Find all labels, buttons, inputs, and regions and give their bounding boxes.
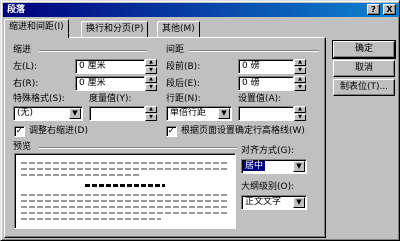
- dropdown-arrow-icon[interactable]: ▼: [293, 161, 305, 172]
- paragraph-dialog: 段落 ? X 缩进和间距(I) 换行和分页(P) 其他(M) 缩进 左(L): …: [0, 0, 400, 241]
- line-spacing-value: 单倍行距: [170, 108, 207, 118]
- dropdown-arrow-icon[interactable]: ▼: [218, 108, 230, 119]
- spin-up-icon[interactable]: ▲: [145, 106, 157, 113]
- left-indent-spinner[interactable]: ▲ ▼: [145, 59, 157, 74]
- space-before-input[interactable]: 0 磅: [238, 59, 294, 74]
- at-value-label: 设置值(A):: [238, 94, 282, 104]
- left-indent-input[interactable]: 0 厘米: [75, 59, 145, 74]
- spin-down-icon[interactable]: ▼: [145, 114, 157, 121]
- indent-divider: [39, 50, 147, 52]
- alignment-label: 对齐方式(G):: [241, 146, 295, 156]
- help-button[interactable]: ?: [367, 4, 380, 15]
- spin-down-icon[interactable]: ▼: [294, 67, 306, 74]
- ok-button[interactable]: 确定: [332, 40, 396, 59]
- spacing-section-label: 间距: [166, 45, 185, 55]
- spin-up-icon[interactable]: ▲: [294, 106, 306, 113]
- spin-up-icon[interactable]: ▲: [145, 76, 157, 83]
- alignment-select[interactable]: 居中 ▼: [241, 159, 307, 174]
- special-format-value: (无): [17, 108, 34, 118]
- window-title: 段落: [7, 5, 26, 15]
- preview-line: [21, 168, 229, 170]
- snap-to-grid-label: 根据页面设置确定行高格线(W): [181, 126, 305, 136]
- special-format-select[interactable]: (无) ▼: [13, 106, 83, 121]
- space-before-label: 段前(B):: [166, 62, 201, 72]
- right-indent-spinner[interactable]: ▲ ▼: [145, 76, 157, 91]
- close-button[interactable]: X: [383, 4, 396, 15]
- preview-pane: [14, 153, 236, 229]
- at-value-spinner[interactable]: ▲ ▼: [294, 106, 306, 121]
- space-after-label: 段后(E):: [166, 79, 200, 89]
- spin-down-icon[interactable]: ▼: [145, 67, 157, 74]
- left-indent-label: 左(L):: [13, 62, 38, 72]
- spin-up-icon[interactable]: ▲: [294, 76, 306, 83]
- spin-down-icon[interactable]: ▼: [294, 114, 306, 121]
- right-indent-input[interactable]: 0 厘米: [75, 76, 145, 91]
- spin-down-icon[interactable]: ▼: [294, 84, 306, 91]
- alignment-value: 居中: [243, 161, 266, 171]
- at-value-input[interactable]: [238, 106, 294, 121]
- measure-label: 度量值(Y):: [89, 94, 132, 104]
- tab-indents-spacing[interactable]: 缩进和间距(I): [4, 19, 69, 38]
- preview-line: [21, 194, 229, 196]
- preview-line: [21, 212, 229, 214]
- preview-divider: [39, 147, 237, 149]
- measure-input[interactable]: [89, 106, 145, 121]
- spin-up-icon[interactable]: ▲: [145, 59, 157, 66]
- measure-spinner[interactable]: ▲ ▼: [145, 106, 157, 121]
- right-indent-label: 右(R):: [13, 79, 39, 89]
- preview-line: [21, 200, 229, 202]
- outline-level-select[interactable]: 正文文字 ▼: [241, 195, 307, 210]
- tab-line-page-breaks[interactable]: 换行和分页(P): [81, 21, 149, 37]
- space-before-spinner[interactable]: ▲ ▼: [294, 59, 306, 74]
- preview-line: [21, 206, 229, 208]
- spacing-divider: [189, 50, 319, 52]
- mirror-indent-checkbox[interactable]: ✓: [14, 126, 25, 137]
- line-spacing-label: 行距(N):: [166, 94, 201, 104]
- spin-down-icon[interactable]: ▼: [145, 84, 157, 91]
- preview-line: [21, 162, 229, 164]
- snap-to-grid-checkbox[interactable]: ✓: [166, 126, 177, 137]
- special-format-label: 特殊格式(S):: [13, 94, 65, 104]
- preview-label: 预览: [13, 142, 32, 152]
- space-after-spinner[interactable]: ▲ ▼: [294, 76, 306, 91]
- tabs-button[interactable]: 制表位(T)...: [333, 79, 395, 96]
- preview-line: [21, 174, 141, 176]
- mirror-indent-label: 调整右缩进(D): [29, 126, 88, 136]
- tab-other[interactable]: 其他(M): [157, 21, 200, 37]
- outline-level-label: 大纲级别(O):: [241, 182, 295, 192]
- indent-section-label: 缩进: [13, 45, 32, 55]
- title-bar[interactable]: 段落: [3, 3, 399, 17]
- cancel-button[interactable]: 取消: [333, 60, 395, 77]
- preview-current-paragraph: [85, 184, 165, 187]
- spin-up-icon[interactable]: ▲: [294, 59, 306, 66]
- outline-level-value: 正文文字: [245, 197, 282, 207]
- dropdown-arrow-icon[interactable]: ▼: [293, 197, 305, 208]
- preview-line: [21, 218, 161, 220]
- dropdown-arrow-icon[interactable]: ▼: [69, 108, 81, 119]
- space-after-input[interactable]: 0 磅: [238, 76, 294, 91]
- line-spacing-select[interactable]: 单倍行距 ▼: [166, 106, 232, 121]
